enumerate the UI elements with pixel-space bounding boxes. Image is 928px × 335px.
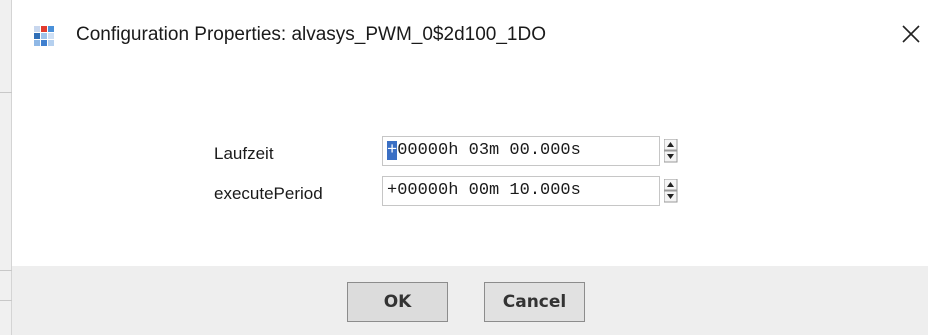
close-button[interactable] — [896, 18, 926, 50]
niagara-app-icon — [34, 26, 54, 46]
laufzeit-input[interactable]: +00000h 03m 00.000s — [382, 136, 660, 166]
window-title: Configuration Properties: alvasys_PWM_0$… — [76, 24, 546, 45]
laufzeit-value: 00000h 03m 00.000s — [397, 141, 581, 160]
close-icon — [902, 25, 920, 43]
title-bar: Configuration Properties: alvasys_PWM_0$… — [12, 0, 928, 78]
properties-form: Laufzeit +00000h 03m 00.000s executePeri… — [12, 78, 928, 266]
configuration-dialog: Configuration Properties: alvasys_PWM_0$… — [12, 0, 928, 335]
laufzeit-label: Laufzeit — [214, 144, 274, 163]
laufzeit-selected-sign: + — [387, 141, 398, 160]
button-bar: OK Cancel — [12, 266, 928, 335]
cancel-button[interactable]: Cancel — [484, 282, 585, 322]
ok-button[interactable]: OK — [347, 282, 448, 322]
background-window-edge — [0, 0, 12, 335]
execute-period-input[interactable]: +00000h 00m 10.000s — [382, 176, 660, 206]
spinner-icon[interactable] — [664, 179, 678, 203]
spinner-icon[interactable] — [664, 139, 678, 163]
execute-period-label: executePeriod — [214, 184, 323, 203]
